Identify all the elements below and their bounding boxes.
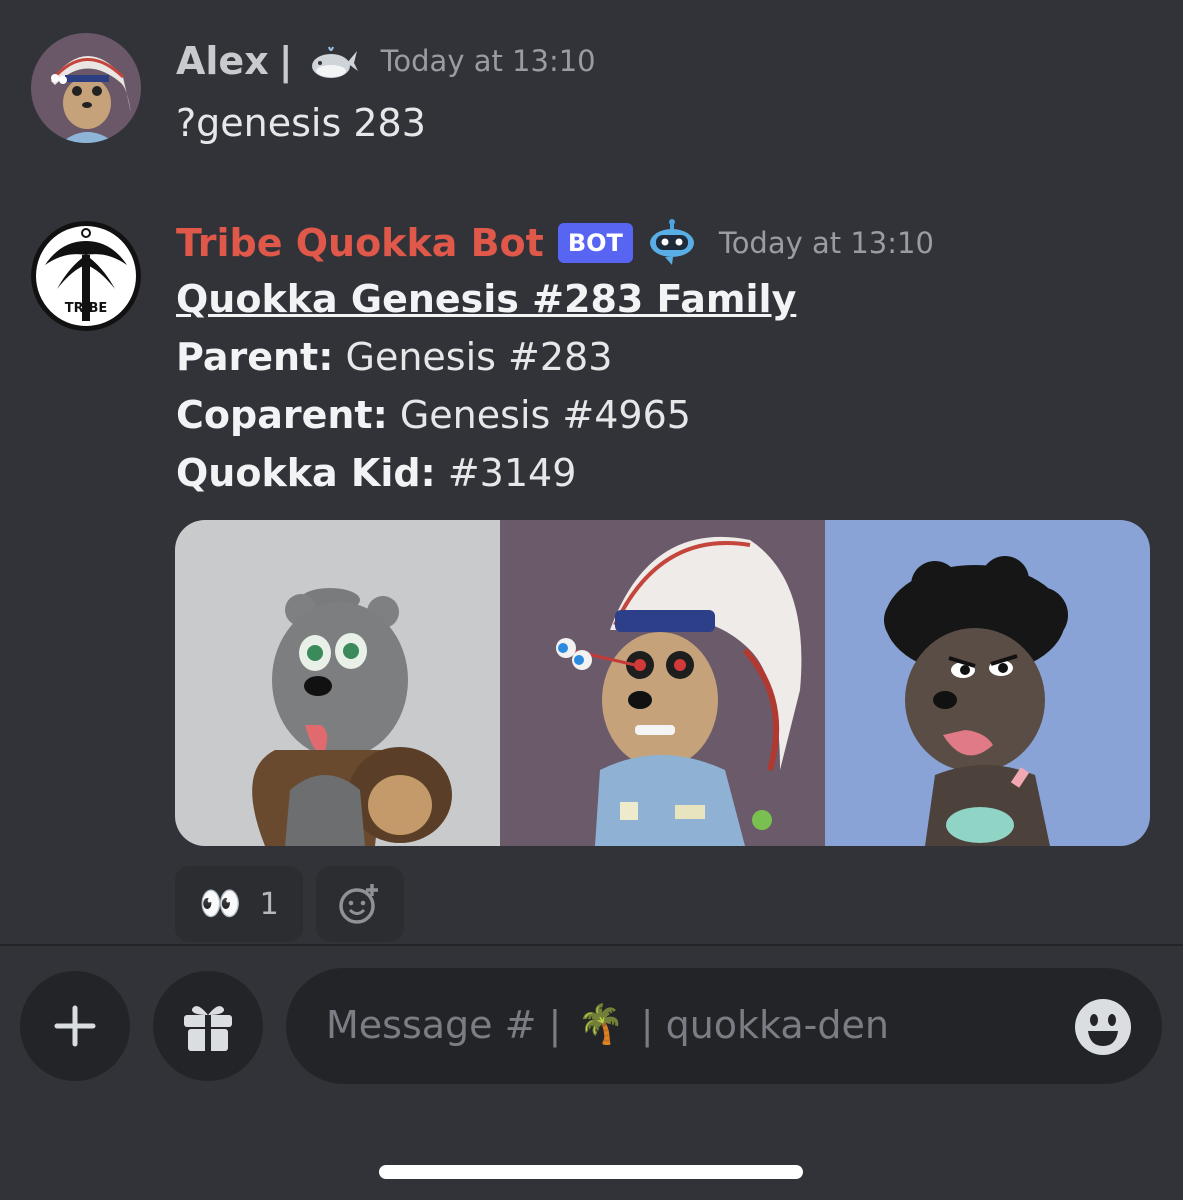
embed-field-parent: Parent: Genesis #283 <box>176 335 612 379</box>
author-separator: | <box>278 39 293 83</box>
placeholder-suffix: | quokka-den <box>640 1002 889 1047</box>
placeholder-prefix: Message # | <box>326 1002 562 1047</box>
alex-avatar[interactable] <box>31 33 141 143</box>
field-label: Parent: <box>176 335 334 379</box>
add-reaction-icon <box>338 882 382 926</box>
message-placeholder: Message # | 🌴 | quokka-den <box>326 1002 889 1047</box>
message-text: ?genesis 283 <box>176 101 426 145</box>
embed-field-coparent: Coparent: Genesis #4965 <box>176 393 691 437</box>
smiley-icon[interactable] <box>1074 998 1132 1056</box>
field-value: #3149 <box>447 451 577 495</box>
reaction-emoji: 👀 <box>199 884 242 924</box>
field-label: Coparent: <box>176 393 388 437</box>
timestamp: Today at 13:10 <box>380 44 596 78</box>
grey-quokka-with-ape-image[interactable] <box>175 520 500 846</box>
message-header: Alex | Today at 13:10 <box>176 36 596 86</box>
gift-icon <box>179 997 237 1055</box>
timestamp: Today at 13:10 <box>718 226 934 260</box>
whale-icon <box>307 41 359 81</box>
bot-avatar[interactable]: TRIBE <box>31 221 141 331</box>
author-name[interactable]: Tribe Quokka Bot <box>176 221 544 265</box>
home-indicator[interactable] <box>379 1165 803 1179</box>
message-input[interactable]: Message # | 🌴 | quokka-den <box>286 968 1162 1084</box>
robot-icon <box>647 219 697 267</box>
reaction-count: 1 <box>259 886 279 922</box>
afro-quokka-image[interactable] <box>825 520 1150 846</box>
field-value: Genesis #4965 <box>399 393 691 437</box>
field-label: Quokka Kid: <box>176 451 436 495</box>
add-reaction-button[interactable] <box>316 866 404 942</box>
reaction-eyes[interactable]: 👀 1 <box>175 866 303 942</box>
embed-field-kid: Quokka Kid: #3149 <box>176 451 576 495</box>
field-value: Genesis #283 <box>345 335 613 379</box>
add-attachment-button[interactable] <box>20 971 130 1081</box>
embed-image-gallery <box>175 520 1150 846</box>
message-header: Tribe Quokka Bot BOT Today at 13:10 <box>176 218 934 268</box>
svg-text:TRIBE: TRIBE <box>65 301 108 316</box>
gift-button[interactable] <box>153 971 263 1081</box>
bot-badge: BOT <box>557 223 633 263</box>
embed-title[interactable]: Quokka Genesis #283 Family <box>176 277 796 321</box>
plus-icon <box>53 1004 97 1048</box>
author-name[interactable]: Alex <box>176 39 269 83</box>
headdress-quokka-image[interactable] <box>500 520 825 846</box>
composer-divider <box>0 944 1183 946</box>
channel-emoji: 🌴 <box>577 1002 625 1046</box>
